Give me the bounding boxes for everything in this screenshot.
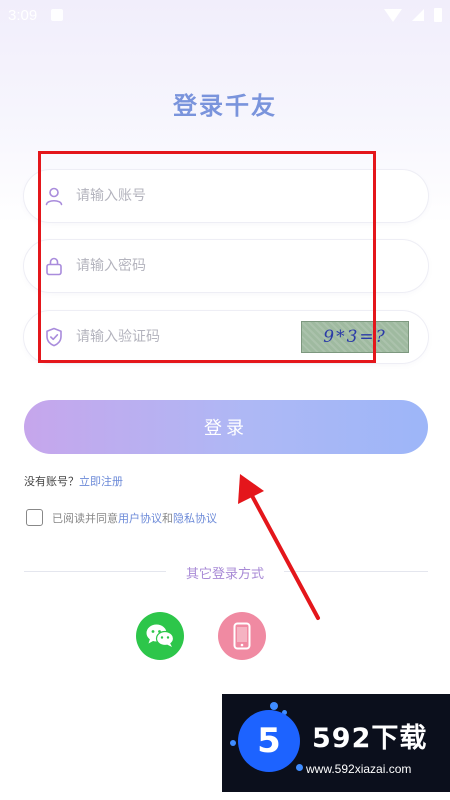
agreement-and: 和	[162, 511, 173, 525]
account-field[interactable]	[24, 170, 428, 222]
page-title: 登录千友	[173, 92, 277, 120]
watermark-brand: 592下载	[312, 723, 428, 754]
notification-icon	[51, 9, 64, 21]
phone-icon	[233, 622, 251, 650]
watermark-url: www.592xiazai.com	[306, 762, 412, 776]
login-button[interactable]: 登录	[24, 400, 428, 454]
agreement-row: 已阅读并同意 用户协议和隐私协议	[26, 509, 217, 526]
shield-check-icon	[46, 327, 62, 347]
watermark-logo: 5	[238, 710, 300, 772]
other-login-label: 其它登录方式	[185, 567, 264, 582]
wifi-icon	[384, 8, 402, 22]
lock-icon	[46, 257, 62, 276]
captcha-input[interactable]	[76, 323, 316, 351]
battery-icon	[434, 8, 442, 22]
annotation-arrow	[238, 474, 320, 620]
agreement-prefix: 已阅读并同意	[52, 511, 118, 525]
agreement-checkbox[interactable]	[26, 509, 43, 526]
phone-login-button[interactable]	[218, 612, 266, 660]
password-input[interactable]	[76, 252, 316, 280]
privacy-policy-link[interactable]: 隐私协议	[173, 510, 217, 526]
watermark: 5 592下载 www.592xiazai.com	[222, 694, 450, 792]
user-icon	[45, 187, 63, 206]
register-prompt: 没有账号？	[24, 475, 79, 488]
status-icons	[384, 8, 442, 22]
status-time: 3:09	[8, 6, 38, 24]
wechat-icon	[146, 624, 175, 647]
captcha-field[interactable]: 9*3=?	[24, 311, 428, 363]
register-row: 没有账号？立即注册	[24, 473, 123, 489]
wechat-login-button[interactable]	[136, 612, 184, 660]
account-input[interactable]	[76, 182, 316, 210]
signal-icon	[412, 9, 424, 21]
user-agreement-link[interactable]: 用户协议	[118, 510, 162, 526]
status-bar: 3:09	[0, 0, 450, 30]
register-link[interactable]: 立即注册	[79, 475, 123, 488]
password-field[interactable]	[24, 240, 428, 292]
captcha-image[interactable]: 9*3=?	[301, 321, 409, 353]
